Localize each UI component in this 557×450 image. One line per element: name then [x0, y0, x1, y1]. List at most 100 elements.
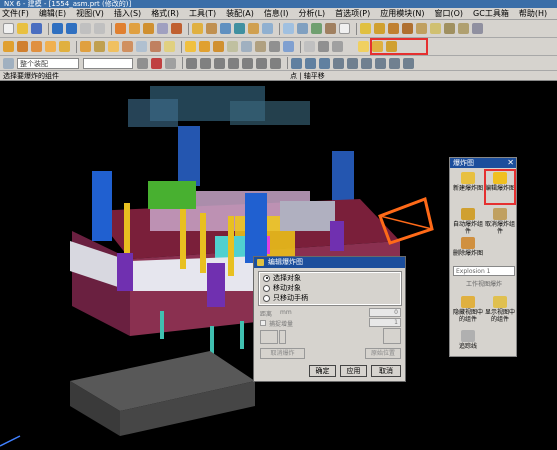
snap-control-icon[interactable] [228, 57, 239, 69]
menu-item[interactable]: 格式(R) [151, 8, 179, 19]
redo-icon[interactable] [66, 23, 77, 34]
layer-icon[interactable] [319, 57, 330, 69]
cavity-icon[interactable] [199, 41, 210, 52]
assembly-icon[interactable] [360, 23, 371, 34]
intersect-icon[interactable] [94, 41, 105, 52]
subtract-icon[interactable] [80, 41, 91, 52]
graphics-viewport[interactable]: 爆炸图 ✕ 新建爆炸图 编辑爆炸图 自动爆炸组件 取消爆炸组件 删除爆炸图 Ex… [0, 81, 557, 450]
section-icon[interactable] [318, 41, 329, 52]
zoom-icon[interactable] [297, 23, 308, 34]
plane-icon[interactable] [361, 57, 372, 69]
revolve-icon[interactable] [143, 23, 154, 34]
explode-view-icon[interactable] [358, 41, 369, 52]
standard-parts-icon[interactable] [255, 41, 266, 52]
close-icon[interactable]: ✕ [507, 158, 514, 168]
measure-icon[interactable] [304, 41, 315, 52]
menu-item[interactable]: 文件(F) [2, 8, 29, 19]
new-explosion-button[interactable]: 新建爆炸图 [453, 172, 483, 192]
extrude-icon[interactable] [129, 23, 140, 34]
radio-move-handles[interactable] [263, 294, 270, 302]
core-icon[interactable] [213, 41, 224, 52]
ok-button[interactable]: 确定 [309, 365, 336, 377]
hide-component-button[interactable]: 隐藏视图中的组件 [453, 296, 483, 323]
distance-field[interactable]: 0 [369, 308, 401, 317]
sphere-icon[interactable] [45, 41, 56, 52]
wcs-icon[interactable] [305, 57, 316, 69]
vector-icon[interactable] [347, 57, 358, 69]
cooling-icon[interactable] [283, 41, 294, 52]
cone-icon[interactable] [31, 41, 42, 52]
thicken-icon[interactable] [136, 41, 147, 52]
show-component-button[interactable]: 显示视图中的组件 [485, 296, 515, 323]
split-body-icon[interactable] [164, 41, 175, 52]
unite-icon[interactable] [59, 41, 70, 52]
apply-button[interactable]: 应用 [340, 365, 367, 377]
clearance-icon[interactable] [444, 23, 455, 34]
selected-exploded-component[interactable] [378, 196, 434, 245]
option-move-object[interactable]: 移动对象 [260, 283, 400, 293]
selection-scope[interactable] [83, 57, 133, 69]
copy-icon[interactable] [94, 23, 105, 34]
select-all-icon[interactable] [137, 57, 148, 69]
menu-item[interactable]: 帮助(H) [519, 8, 547, 19]
direction-button[interactable] [260, 330, 278, 344]
csys-button[interactable] [383, 328, 401, 344]
auto-explode-button[interactable]: 自动爆炸组件 [453, 208, 483, 235]
rotate-icon[interactable] [311, 23, 322, 34]
option-select-object[interactable]: 选择对象 [260, 273, 400, 283]
mate-icon[interactable] [388, 23, 399, 34]
boss-icon[interactable] [171, 23, 182, 34]
deselect-icon[interactable] [151, 57, 162, 69]
snap-intersection-icon[interactable] [242, 57, 253, 69]
undo-icon[interactable] [52, 23, 63, 34]
text-icon[interactable] [339, 23, 350, 34]
menu-item[interactable]: 窗口(O) [434, 8, 463, 19]
original-position-button[interactable]: 原始位置 [365, 348, 401, 359]
component-icon[interactable] [374, 23, 385, 34]
snap-field[interactable]: 1 [369, 318, 401, 327]
shell-icon[interactable] [220, 23, 231, 34]
feature-select-icon[interactable] [165, 57, 176, 69]
open-file-icon[interactable] [17, 23, 28, 34]
hole-icon[interactable] [157, 23, 168, 34]
csys-icon[interactable] [375, 57, 386, 69]
mold-icon[interactable] [185, 41, 196, 52]
navigator-icon[interactable] [472, 23, 483, 34]
snap-center-icon[interactable] [214, 57, 225, 69]
trim-icon[interactable] [234, 23, 245, 34]
work-view-explosion-select[interactable]: Explosion 1 [453, 266, 515, 276]
ejector-pin-icon[interactable] [269, 41, 280, 52]
menu-item[interactable]: GC工具箱 [473, 8, 509, 19]
unexplode-button[interactable]: 取消爆炸组件 [485, 208, 515, 235]
snap-icon[interactable] [332, 41, 343, 52]
menu-item[interactable]: 视图(V) [76, 8, 104, 19]
draft-icon[interactable] [122, 41, 133, 52]
cut-icon[interactable] [80, 23, 91, 34]
snap-checkbox[interactable] [260, 320, 266, 326]
chamfer-icon[interactable] [206, 23, 217, 34]
pattern-icon[interactable] [248, 23, 259, 34]
mirror-icon[interactable] [262, 23, 273, 34]
reposition-icon[interactable] [402, 23, 413, 34]
selection-filter[interactable]: 整个装配 [17, 57, 79, 69]
menu-item[interactable]: 应用模块(N) [380, 8, 424, 19]
mold-base-icon[interactable] [241, 41, 252, 52]
snap-quadrant-icon[interactable] [256, 57, 267, 69]
cancel-explode-button[interactable]: 取消爆炸 [260, 348, 305, 359]
pan-icon[interactable] [325, 23, 336, 34]
menu-item[interactable]: 编辑(E) [39, 8, 66, 19]
wave-icon[interactable] [430, 23, 441, 34]
arc-icon[interactable] [403, 57, 414, 69]
cancel-button[interactable]: 取消 [371, 365, 401, 377]
sketch-icon[interactable] [115, 23, 126, 34]
tracelines-button[interactable]: 追踪线 [453, 330, 483, 350]
snap-midpoint-icon[interactable] [200, 57, 211, 69]
menu-item[interactable]: 分析(L) [298, 8, 325, 19]
array-icon[interactable] [416, 23, 427, 34]
cylinder-icon[interactable] [17, 41, 28, 52]
sew-icon[interactable] [150, 41, 161, 52]
menu-item[interactable]: 装配(A) [226, 8, 254, 19]
parting-icon[interactable] [227, 41, 238, 52]
menu-item[interactable]: 信息(I) [264, 8, 289, 19]
menu-item[interactable]: 工具(T) [189, 8, 216, 19]
